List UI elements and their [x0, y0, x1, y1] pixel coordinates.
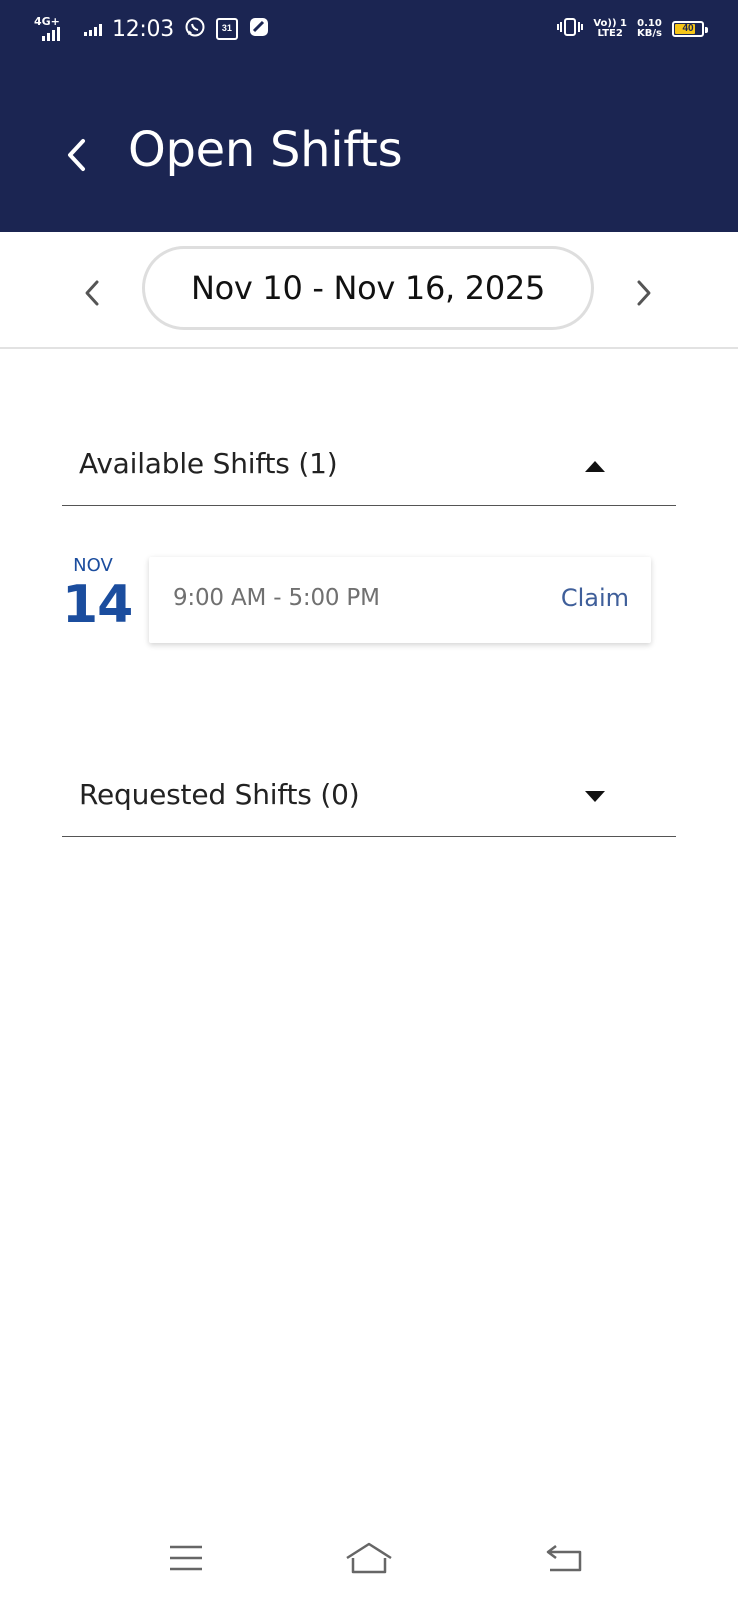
volte-line2: LTE2 [597, 28, 623, 39]
calendar-icon: 31 [215, 18, 238, 40]
next-week-button[interactable] [624, 270, 664, 316]
previous-week-button[interactable] [72, 270, 112, 316]
shift-time: 9:00 AM - 5:00 PM [173, 585, 380, 611]
chevron-left-icon [68, 139, 85, 171]
back-button[interactable] [56, 130, 96, 180]
clock: 12:03 [112, 16, 174, 42]
speed-unit: KB/s [637, 28, 662, 39]
week-navigator: Nov 10 - Nov 16, 2025 [0, 232, 738, 349]
status-bar: 4G+ 12:03 31 Vo)) 1 LTE2 0.10 KB/s 40 [0, 0, 738, 78]
shift-month: NOV [73, 555, 113, 576]
page-title: Open Shifts [128, 122, 403, 178]
requested-shifts-header[interactable]: Requested Shifts (0) [62, 752, 676, 837]
shift-item: NOV 14 9:00 AM - 5:00 PM Claim [62, 555, 676, 645]
chevron-left-icon [85, 280, 99, 306]
date-range-selector[interactable]: Nov 10 - Nov 16, 2025 [142, 246, 594, 330]
signal-strength-icon [84, 22, 102, 36]
network-speed: 0.10 KB/s [637, 19, 662, 39]
claim-button[interactable]: Claim [561, 584, 629, 612]
home-icon [346, 1542, 392, 1574]
back-arrow-icon [546, 1545, 582, 1572]
home-button[interactable] [339, 1538, 399, 1578]
battery-level: 40 [682, 23, 694, 34]
back-nav-button[interactable] [534, 1538, 594, 1578]
whatsapp-icon [184, 16, 206, 43]
network-signal-icon: 4G+ [34, 15, 68, 43]
available-shifts-header[interactable]: Available Shifts (1) [62, 421, 676, 506]
app-icon [248, 16, 270, 43]
calendar-icon-text: 31 [221, 23, 232, 33]
menu-icon [170, 1545, 202, 1571]
caret-up-icon [585, 461, 605, 472]
shift-card: 9:00 AM - 5:00 PM Claim [149, 557, 651, 643]
system-navigation-bar [0, 1500, 738, 1600]
volte-indicator: Vo)) 1 LTE2 [593, 19, 627, 39]
battery-icon: 40 [672, 21, 708, 37]
app-header: Open Shifts [0, 78, 738, 232]
menu-button[interactable] [156, 1538, 216, 1578]
vibrate-icon [557, 17, 584, 42]
caret-down-icon [585, 791, 605, 802]
shift-date: NOV 14 [62, 555, 133, 635]
requested-shifts-title: Requested Shifts (0) [79, 778, 360, 811]
shift-day: 14 [62, 575, 133, 635]
available-shifts-title: Available Shifts (1) [79, 447, 338, 480]
chevron-right-icon [637, 280, 651, 306]
